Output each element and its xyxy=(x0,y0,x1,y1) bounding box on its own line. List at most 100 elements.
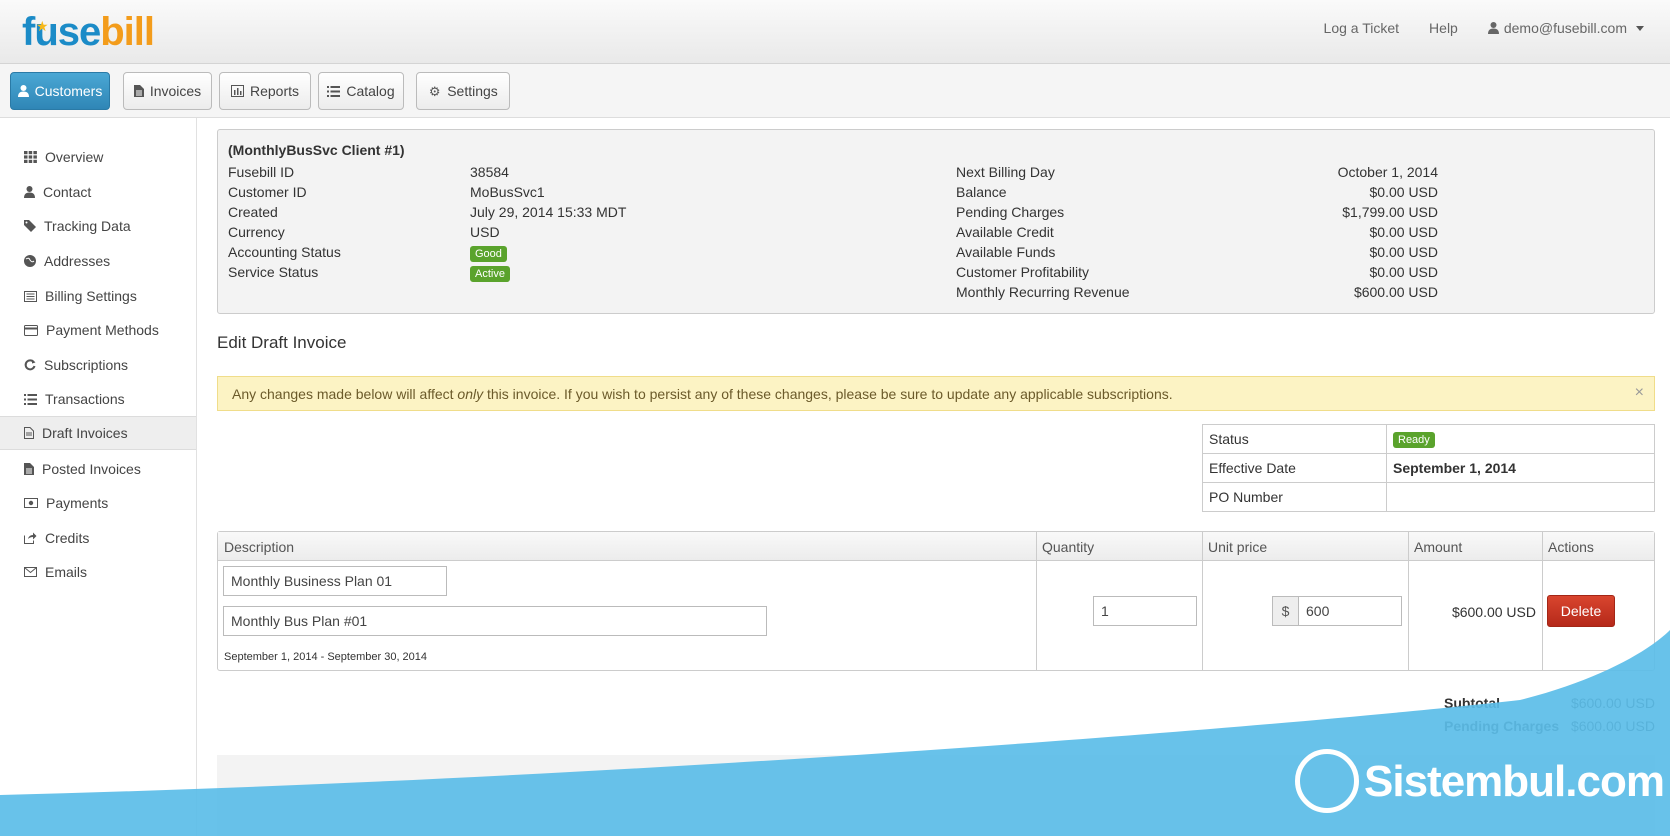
customer-sidebar: Overview Contact Tracking Data Addresses… xyxy=(0,118,197,836)
watermark-text: Sistembul.com xyxy=(1364,757,1665,806)
currency-addon: $ xyxy=(1272,596,1299,626)
customer-id-label: Customer ID xyxy=(228,184,307,200)
share-icon xyxy=(24,532,37,544)
warning-alert: Any changes made below will affect only … xyxy=(217,376,1655,411)
user-icon xyxy=(17,85,29,97)
sidebar-item-contact[interactable]: Contact xyxy=(0,175,196,209)
nav-catalog-button[interactable]: Catalog xyxy=(318,72,404,110)
column-divider xyxy=(1408,532,1409,670)
mrr-label: Monthly Recurring Revenue xyxy=(956,284,1130,300)
delete-button[interactable]: Delete xyxy=(1547,595,1615,627)
service-status-label: Service Status xyxy=(228,264,319,280)
nav-invoices-button[interactable]: Invoices xyxy=(123,72,212,110)
star-icon: ★ xyxy=(36,18,49,34)
file-icon xyxy=(24,427,34,439)
pending-charges-value: $1,799.00 USD xyxy=(1342,204,1438,220)
watermark-wave xyxy=(0,630,1670,836)
sidebar-item-tracking-data[interactable]: Tracking Data xyxy=(0,209,196,243)
sidebar-item-payment-methods[interactable]: Payment Methods xyxy=(0,313,196,347)
customer-id-value: MoBusSvc1 xyxy=(470,184,545,200)
col-unit-price: Unit price xyxy=(1208,539,1268,555)
invoice-status-table: Status Ready Effective Date September 1,… xyxy=(1202,424,1655,512)
effective-date-row: Effective Date September 1, 2014 xyxy=(1202,453,1655,483)
status-label: Status xyxy=(1202,424,1387,454)
grid-icon xyxy=(24,151,37,163)
user-icon xyxy=(24,186,35,198)
sidebar-item-transactions[interactable]: Transactions xyxy=(0,382,196,416)
nav-reports-button[interactable]: Reports xyxy=(219,72,311,110)
alert-text: Any changes made below will affect only … xyxy=(232,385,1173,402)
created-label: Created xyxy=(228,204,278,220)
watermark-logo-icon xyxy=(1295,749,1359,813)
close-icon[interactable]: × xyxy=(1635,384,1644,402)
nav-customers-button[interactable]: Customers xyxy=(10,72,110,110)
sidebar-item-draft-invoices[interactable]: Draft Invoices xyxy=(0,416,196,450)
envelope-icon xyxy=(24,567,37,577)
nav-settings-button[interactable]: ⚙ Settings xyxy=(416,72,510,110)
created-value: July 29, 2014 15:33 MDT xyxy=(470,204,627,220)
customer-title: (MonthlyBusSvc Client #1) xyxy=(228,142,405,158)
sidebar-item-overview[interactable]: Overview xyxy=(0,140,196,174)
status-row: Status Ready xyxy=(1202,424,1655,454)
gears-icon: ⚙ xyxy=(428,83,441,99)
fusebill-id-label: Fusebill ID xyxy=(228,164,295,180)
globe-icon xyxy=(24,255,36,267)
sidebar-item-addresses[interactable]: Addresses xyxy=(0,244,196,278)
pending-charges-total-value: $600.00 USD xyxy=(1570,718,1655,734)
sidebar-item-emails[interactable]: Emails xyxy=(0,555,196,589)
header-links: Log a Ticket Help demo@fusebill.com xyxy=(1324,20,1644,36)
col-amount: Amount xyxy=(1414,539,1463,555)
currency-value: USD xyxy=(470,224,500,240)
status-value: Ready xyxy=(1386,424,1655,454)
pending-charges-label: Pending Charges xyxy=(956,204,1065,220)
billing-period: September 1, 2014 - September 30, 2014 xyxy=(224,651,428,663)
line-amount: $600.00 USD xyxy=(1451,604,1536,620)
list-icon xyxy=(327,85,341,97)
ready-badge: Ready xyxy=(1393,432,1435,448)
fusebill-id-value: 38584 xyxy=(470,164,509,180)
sidebar-item-payments[interactable]: Payments xyxy=(0,486,196,520)
help-link[interactable]: Help xyxy=(1429,20,1458,36)
file-icon xyxy=(133,85,144,97)
next-billing-day-value: October 1, 2014 xyxy=(1337,164,1438,180)
sidebar-item-posted-invoices[interactable]: Posted Invoices xyxy=(0,452,196,486)
file-text-icon xyxy=(24,463,34,475)
quantity-input[interactable] xyxy=(1093,596,1197,626)
available-credit-value: $0.00 USD xyxy=(1369,224,1438,240)
sidebar-item-credits[interactable]: Credits xyxy=(0,521,196,555)
product-name-input[interactable] xyxy=(223,566,447,596)
unit-price-input[interactable] xyxy=(1298,596,1402,626)
accounting-status-label: Accounting Status xyxy=(228,244,341,260)
user-icon xyxy=(1487,22,1499,34)
effective-date-value[interactable]: September 1, 2014 xyxy=(1386,453,1655,483)
log-ticket-link[interactable]: Log a Ticket xyxy=(1324,20,1400,36)
available-credit-label: Available Credit xyxy=(956,224,1054,240)
tag-icon xyxy=(24,220,36,232)
product-description-input[interactable] xyxy=(223,606,767,636)
mrr-value: $600.00 USD xyxy=(1353,284,1438,300)
user-menu[interactable]: demo@fusebill.com xyxy=(1487,20,1644,36)
refresh-icon xyxy=(24,359,36,371)
list-icon xyxy=(24,393,37,405)
available-funds-value: $0.00 USD xyxy=(1369,244,1438,260)
top-header: ★ fusebill Log a Ticket Help demo@fusebi… xyxy=(0,0,1670,64)
balance-label: Balance xyxy=(956,184,1007,200)
money-icon xyxy=(24,498,38,508)
main-nav: Customers Invoices Reports Catalog ⚙ Set… xyxy=(0,64,1670,118)
po-number-row: PO Number xyxy=(1202,482,1655,512)
sidebar-item-billing-settings[interactable]: Billing Settings xyxy=(0,279,196,313)
caret-down-icon xyxy=(1636,25,1644,31)
table-header: Description Quantity Unit price Amount A… xyxy=(218,532,1654,561)
po-number-value[interactable] xyxy=(1386,482,1655,512)
fusebill-logo[interactable]: ★ fusebill xyxy=(22,12,155,52)
credit-card-icon xyxy=(24,324,38,336)
user-email: demo@fusebill.com xyxy=(1503,20,1627,36)
bar-chart-icon xyxy=(230,85,244,97)
column-divider xyxy=(1202,532,1203,670)
sidebar-item-subscriptions[interactable]: Subscriptions xyxy=(0,348,196,382)
subtotal-value: $600.00 USD xyxy=(1570,695,1655,711)
effective-date-label: Effective Date xyxy=(1202,453,1387,483)
column-divider xyxy=(1542,532,1543,670)
balance-value: $0.00 USD xyxy=(1369,184,1438,200)
col-description: Description xyxy=(224,539,295,555)
